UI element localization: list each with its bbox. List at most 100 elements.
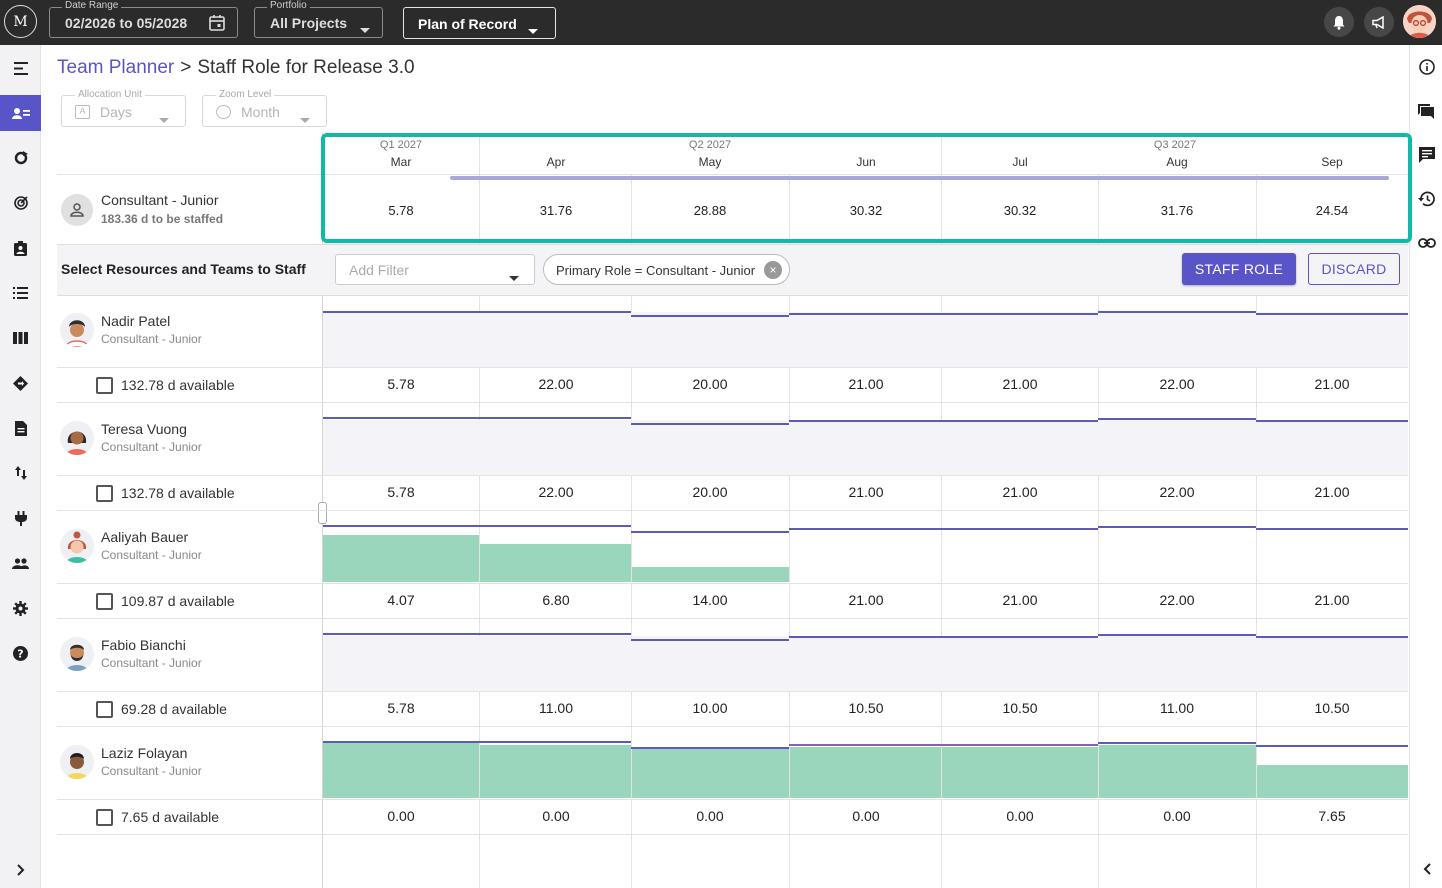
help-icon[interactable]: ? xyxy=(0,635,41,671)
resource-checkbox[interactable] xyxy=(96,377,113,394)
allocation-value[interactable]: 22.00 xyxy=(1137,484,1217,500)
allocation-value[interactable]: 21.00 xyxy=(1292,376,1372,392)
allocation-value[interactable]: 0.00 xyxy=(1137,808,1217,824)
chevron-down-icon xyxy=(509,268,519,286)
resource-role: Consultant - Junior xyxy=(101,548,202,562)
allocation-value[interactable]: 0.00 xyxy=(670,808,750,824)
allocation-value[interactable]: 21.00 xyxy=(1292,592,1372,608)
capacity-line xyxy=(323,633,631,635)
info-icon[interactable] xyxy=(1410,54,1442,80)
date-range-field[interactable]: Date Range 02/2026 to 05/2028 xyxy=(49,0,238,38)
capacity-line xyxy=(789,744,1098,746)
allocation-value[interactable]: 22.00 xyxy=(1137,376,1217,392)
allocation-value[interactable]: 22.00 xyxy=(516,376,596,392)
allocation-value[interactable]: 10.50 xyxy=(1292,700,1372,716)
resource-name: Aaliyah Bauer xyxy=(101,529,189,545)
left-rail: ? xyxy=(0,45,41,888)
capacity-line xyxy=(631,423,789,425)
allocation-value[interactable]: 0.00 xyxy=(826,808,906,824)
booked-bar xyxy=(790,747,941,798)
transfer-icon[interactable] xyxy=(0,455,41,491)
discard-button[interactable]: DISCARD xyxy=(1308,253,1400,285)
resource-checkbox[interactable] xyxy=(96,809,113,826)
capacity-line xyxy=(631,747,789,749)
comment-icon[interactable] xyxy=(1410,142,1442,168)
allocation-value[interactable]: 10.50 xyxy=(826,700,906,716)
staff-role-button[interactable]: STAFF ROLE xyxy=(1182,253,1296,285)
link-icon[interactable] xyxy=(1410,230,1442,256)
row-divider xyxy=(57,402,1408,403)
diamond-icon[interactable] xyxy=(0,365,41,401)
capacity-area xyxy=(323,420,1408,475)
booked-bar xyxy=(480,745,631,798)
portfolio-select[interactable]: Portfolio All Projects xyxy=(254,0,383,38)
allocation-value[interactable]: 20.00 xyxy=(670,376,750,392)
allocation-unit-select[interactable]: Allocation Unit A Days xyxy=(61,89,186,127)
allocation-value[interactable]: 21.00 xyxy=(980,592,1060,608)
allocation-value[interactable]: 5.78 xyxy=(361,700,441,716)
allocation-value[interactable]: 11.00 xyxy=(1137,700,1217,716)
badge-icon[interactable] xyxy=(0,230,41,266)
plug-icon[interactable] xyxy=(0,500,41,536)
allocation-value[interactable]: 21.00 xyxy=(826,592,906,608)
megaphone-icon[interactable] xyxy=(1364,7,1394,37)
zoom-level-select[interactable]: Zoom Level Month xyxy=(202,89,327,127)
allocation-value[interactable]: 21.00 xyxy=(826,376,906,392)
close-icon[interactable]: × xyxy=(764,261,782,279)
allocation-value[interactable]: 0.00 xyxy=(361,808,441,824)
allocation-value[interactable]: 14.00 xyxy=(670,592,750,608)
allocation-value[interactable]: 6.80 xyxy=(516,592,596,608)
capacity-line xyxy=(1098,311,1256,313)
filter-chip[interactable]: Primary Role = Consultant - Junior × xyxy=(543,254,790,285)
gear-icon[interactable] xyxy=(0,590,41,626)
allocation-value[interactable]: 10.50 xyxy=(980,700,1060,716)
allocation-value[interactable]: 21.00 xyxy=(980,484,1060,500)
capacity-line xyxy=(323,525,631,527)
user-avatar[interactable] xyxy=(1403,5,1436,38)
refresh-icon[interactable] xyxy=(0,140,41,176)
app-logo[interactable]: M xyxy=(4,5,37,38)
menu-icon[interactable] xyxy=(0,50,41,86)
columns-icon[interactable] xyxy=(0,320,41,356)
resize-handle[interactable] xyxy=(318,502,327,524)
list-icon[interactable] xyxy=(0,275,41,311)
avatar xyxy=(60,313,94,347)
document-icon[interactable] xyxy=(0,410,41,446)
staff-role-icon[interactable] xyxy=(0,95,41,131)
target-icon[interactable] xyxy=(0,185,41,221)
resource-checkbox[interactable] xyxy=(96,485,113,502)
people-icon[interactable] xyxy=(0,545,41,581)
resource-available: 7.65 d available xyxy=(121,809,220,825)
capacity-line xyxy=(1256,745,1408,747)
allocation-value[interactable]: 7.65 xyxy=(1292,808,1372,824)
allocation-unit-value: Days xyxy=(100,104,132,120)
chat-icon[interactable] xyxy=(1410,98,1442,124)
capacity-line xyxy=(631,315,789,317)
allocation-value[interactable]: 20.00 xyxy=(670,484,750,500)
allocation-value[interactable]: 11.00 xyxy=(516,700,596,716)
allocation-value[interactable]: 4.07 xyxy=(361,592,441,608)
add-filter-select[interactable]: Add Filter xyxy=(335,254,535,285)
expand-icon[interactable] xyxy=(0,852,41,888)
resource-checkbox[interactable] xyxy=(96,593,113,610)
booked-bar xyxy=(942,747,1098,798)
allocation-value[interactable]: 22.00 xyxy=(516,484,596,500)
allocation-value[interactable]: 21.00 xyxy=(826,484,906,500)
zoom-level-value: Month xyxy=(241,104,280,120)
chevron-down-icon xyxy=(528,21,538,37)
allocation-value[interactable]: 21.00 xyxy=(980,376,1060,392)
collapse-icon[interactable] xyxy=(1410,856,1442,882)
allocation-value[interactable]: 21.00 xyxy=(1292,484,1372,500)
breadcrumb-team-planner[interactable]: Team Planner xyxy=(57,57,174,78)
allocation-value[interactable]: 10.00 xyxy=(670,700,750,716)
history-icon[interactable] xyxy=(1410,186,1442,212)
plan-select[interactable]: Plan of Record xyxy=(403,7,556,39)
allocation-value[interactable]: 0.00 xyxy=(516,808,596,824)
allocation-value[interactable]: 5.78 xyxy=(361,376,441,392)
row-divider xyxy=(57,799,1408,800)
allocation-value[interactable]: 22.00 xyxy=(1137,592,1217,608)
resource-checkbox[interactable] xyxy=(96,701,113,718)
allocation-value[interactable]: 5.78 xyxy=(361,484,441,500)
allocation-value[interactable]: 0.00 xyxy=(980,808,1060,824)
bell-icon[interactable] xyxy=(1324,7,1354,37)
